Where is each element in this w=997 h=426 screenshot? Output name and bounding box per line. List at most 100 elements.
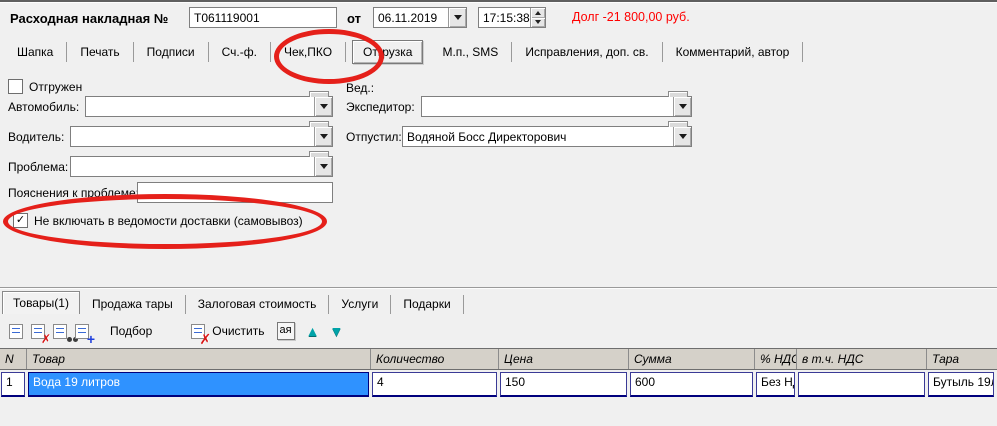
time-spinner[interactable] (530, 8, 545, 27)
problem-label: Проблема: (8, 160, 68, 174)
column-header-tara[interactable]: Тара (927, 349, 997, 369)
tab-kommentariy[interactable]: Комментарий, автор (663, 42, 804, 62)
calendar-dropdown-button[interactable] (448, 8, 466, 27)
from-label: от (347, 11, 361, 26)
items-table-header: N Товар Количество Цена Сумма % НДС в т.… (0, 348, 997, 370)
list-icon (53, 324, 67, 339)
forwarder-dropdown-button[interactable] (673, 97, 691, 116)
combo-notch (309, 121, 329, 127)
items-tabs: Товары(1) Продажа тары Залоговая стоимос… (0, 291, 464, 314)
table-row[interactable]: 1 Вода 19 литров 4 150 600 Без НДС Бутыл… (1, 371, 997, 398)
chevron-down-icon (679, 134, 687, 139)
tab-podpisi[interactable]: Подписи (134, 42, 209, 62)
chevron-down-icon (320, 134, 328, 139)
spinner-up-icon[interactable] (531, 8, 545, 18)
ved-label: Вед.: (346, 81, 374, 95)
move-up-icon[interactable]: ▲ (306, 324, 320, 338)
problem-note-label: Пояснения к проблеме: (8, 186, 139, 200)
add-plus-icon: + (87, 333, 95, 345)
problem-dropdown-button[interactable] (314, 157, 332, 176)
car-combobox[interactable] (85, 96, 333, 117)
tab-otgruzka[interactable]: Отгрузка (352, 40, 423, 64)
column-header-tovar[interactable]: Товар (27, 349, 371, 369)
released-by-value: Водяной Босс Директорович (403, 130, 673, 144)
column-header-vtch-nds[interactable]: в т.ч. НДС (797, 349, 927, 369)
column-header-n[interactable]: N (0, 349, 27, 369)
tab-shapka[interactable]: Шапка (4, 42, 67, 62)
tab-pechat[interactable]: Печать (67, 42, 133, 62)
window-top-border (0, 0, 997, 3)
clear-list-button[interactable]: ✗ (188, 321, 208, 341)
time-value: 17:15:38 (483, 11, 530, 25)
car-label: Автомобиль: (8, 100, 79, 114)
cell-nds[interactable]: Без НДС (756, 372, 795, 397)
cell-kolichestvo[interactable]: 4 (372, 372, 497, 397)
row-list-button[interactable] (6, 321, 26, 341)
spinner-down-icon[interactable] (531, 18, 545, 28)
column-header-kolichestvo[interactable]: Количество (371, 349, 499, 369)
checkbox-box[interactable] (8, 79, 23, 94)
items-toolbar: ✗ + Подбор ✗ Очистить ая ▲ ▼ (6, 319, 348, 343)
problem-combobox[interactable] (70, 156, 333, 177)
tab-mp-sms[interactable]: М.п., SMS (429, 42, 512, 62)
checkbox-box[interactable]: ✓ (13, 213, 28, 228)
main-tabs: Шапка Печать Подписи Сч.-ф. Чек,ПКО Отгр… (4, 38, 803, 65)
tab-uslugi[interactable]: Услуги (329, 295, 391, 314)
driver-label: Водитель: (8, 130, 64, 144)
cell-tovar-selected[interactable]: Вода 19 литров (28, 372, 369, 397)
cell-vtch-nds[interactable] (798, 372, 925, 397)
tab-chek-pko[interactable]: Чек,ПКО (271, 42, 346, 62)
problem-note-input[interactable] (137, 182, 333, 203)
tab-ispravleniya[interactable]: Исправления, доп. св. (512, 42, 662, 62)
sort-alpha-icon[interactable]: ая (277, 322, 295, 340)
invoice-number-value: Т061119001 (194, 11, 260, 25)
shipped-checkbox-label: Отгружен (29, 80, 82, 94)
car-dropdown-button[interactable] (314, 97, 332, 116)
time-input[interactable]: 17:15:38 (478, 7, 546, 28)
forwarder-combobox[interactable] (421, 96, 692, 117)
chevron-down-icon (679, 104, 687, 109)
invoice-number-input[interactable]: Т061119001 (189, 7, 337, 28)
pickup-checkbox-label: Не включать в ведомости доставки (самовы… (34, 214, 303, 228)
date-value: 06.11.2019 (374, 11, 448, 25)
driver-dropdown-button[interactable] (314, 127, 332, 146)
chevron-down-icon (320, 164, 328, 169)
add-row-button[interactable]: + (72, 321, 92, 341)
checkmark-icon: ✓ (16, 214, 25, 227)
clear-button-label[interactable]: Очистить (212, 324, 264, 338)
combo-notch (309, 151, 329, 157)
pane-divider (0, 287, 997, 289)
cell-cena[interactable]: 150 (500, 372, 627, 397)
invoice-window: Расходная накладная № Т061119001 от 06.1… (0, 0, 997, 426)
tab-schf[interactable]: Сч.-ф. (209, 42, 271, 62)
pick-button[interactable]: Подбор (110, 324, 152, 338)
forwarder-label: Экспедитор: (346, 100, 415, 114)
invoice-title: Расходная накладная № (10, 11, 168, 26)
pickup-checkbox[interactable]: ✓ Не включать в ведомости доставки (само… (13, 213, 303, 228)
column-header-nds[interactable]: % НДС (755, 349, 797, 369)
cell-summa[interactable]: 600 (630, 372, 753, 397)
combo-notch (668, 121, 688, 127)
move-down-icon[interactable]: ▼ (329, 324, 343, 338)
tab-tovary[interactable]: Товары(1) (2, 291, 80, 314)
driver-combobox[interactable] (70, 126, 333, 147)
cell-tara[interactable]: Бутыль 19л (928, 372, 994, 397)
released-by-label: Отпустил: (346, 130, 402, 144)
released-by-dropdown-button[interactable] (673, 127, 691, 146)
date-picker[interactable]: 06.11.2019 (373, 7, 467, 28)
column-header-cena[interactable]: Цена (499, 349, 629, 369)
combo-notch (309, 91, 329, 97)
tab-zalogovaya[interactable]: Залоговая стоимость (186, 295, 330, 314)
tab-podarki[interactable]: Подарки (391, 295, 463, 314)
cell-row-number[interactable]: 1 (1, 372, 25, 397)
released-by-combobox[interactable]: Водяной Босс Директорович (402, 126, 692, 147)
chevron-down-icon (454, 15, 462, 20)
find-row-button[interactable] (50, 321, 70, 341)
debt-amount: Долг -21 800,00 руб. (572, 10, 690, 24)
clear-x-icon: ✗ (200, 333, 212, 345)
shipped-checkbox[interactable]: Отгружен (8, 79, 82, 94)
combo-notch (668, 91, 688, 97)
tab-prodazha-tary[interactable]: Продажа тары (80, 295, 186, 314)
delete-row-button[interactable]: ✗ (28, 321, 48, 341)
column-header-summa[interactable]: Сумма (629, 349, 755, 369)
